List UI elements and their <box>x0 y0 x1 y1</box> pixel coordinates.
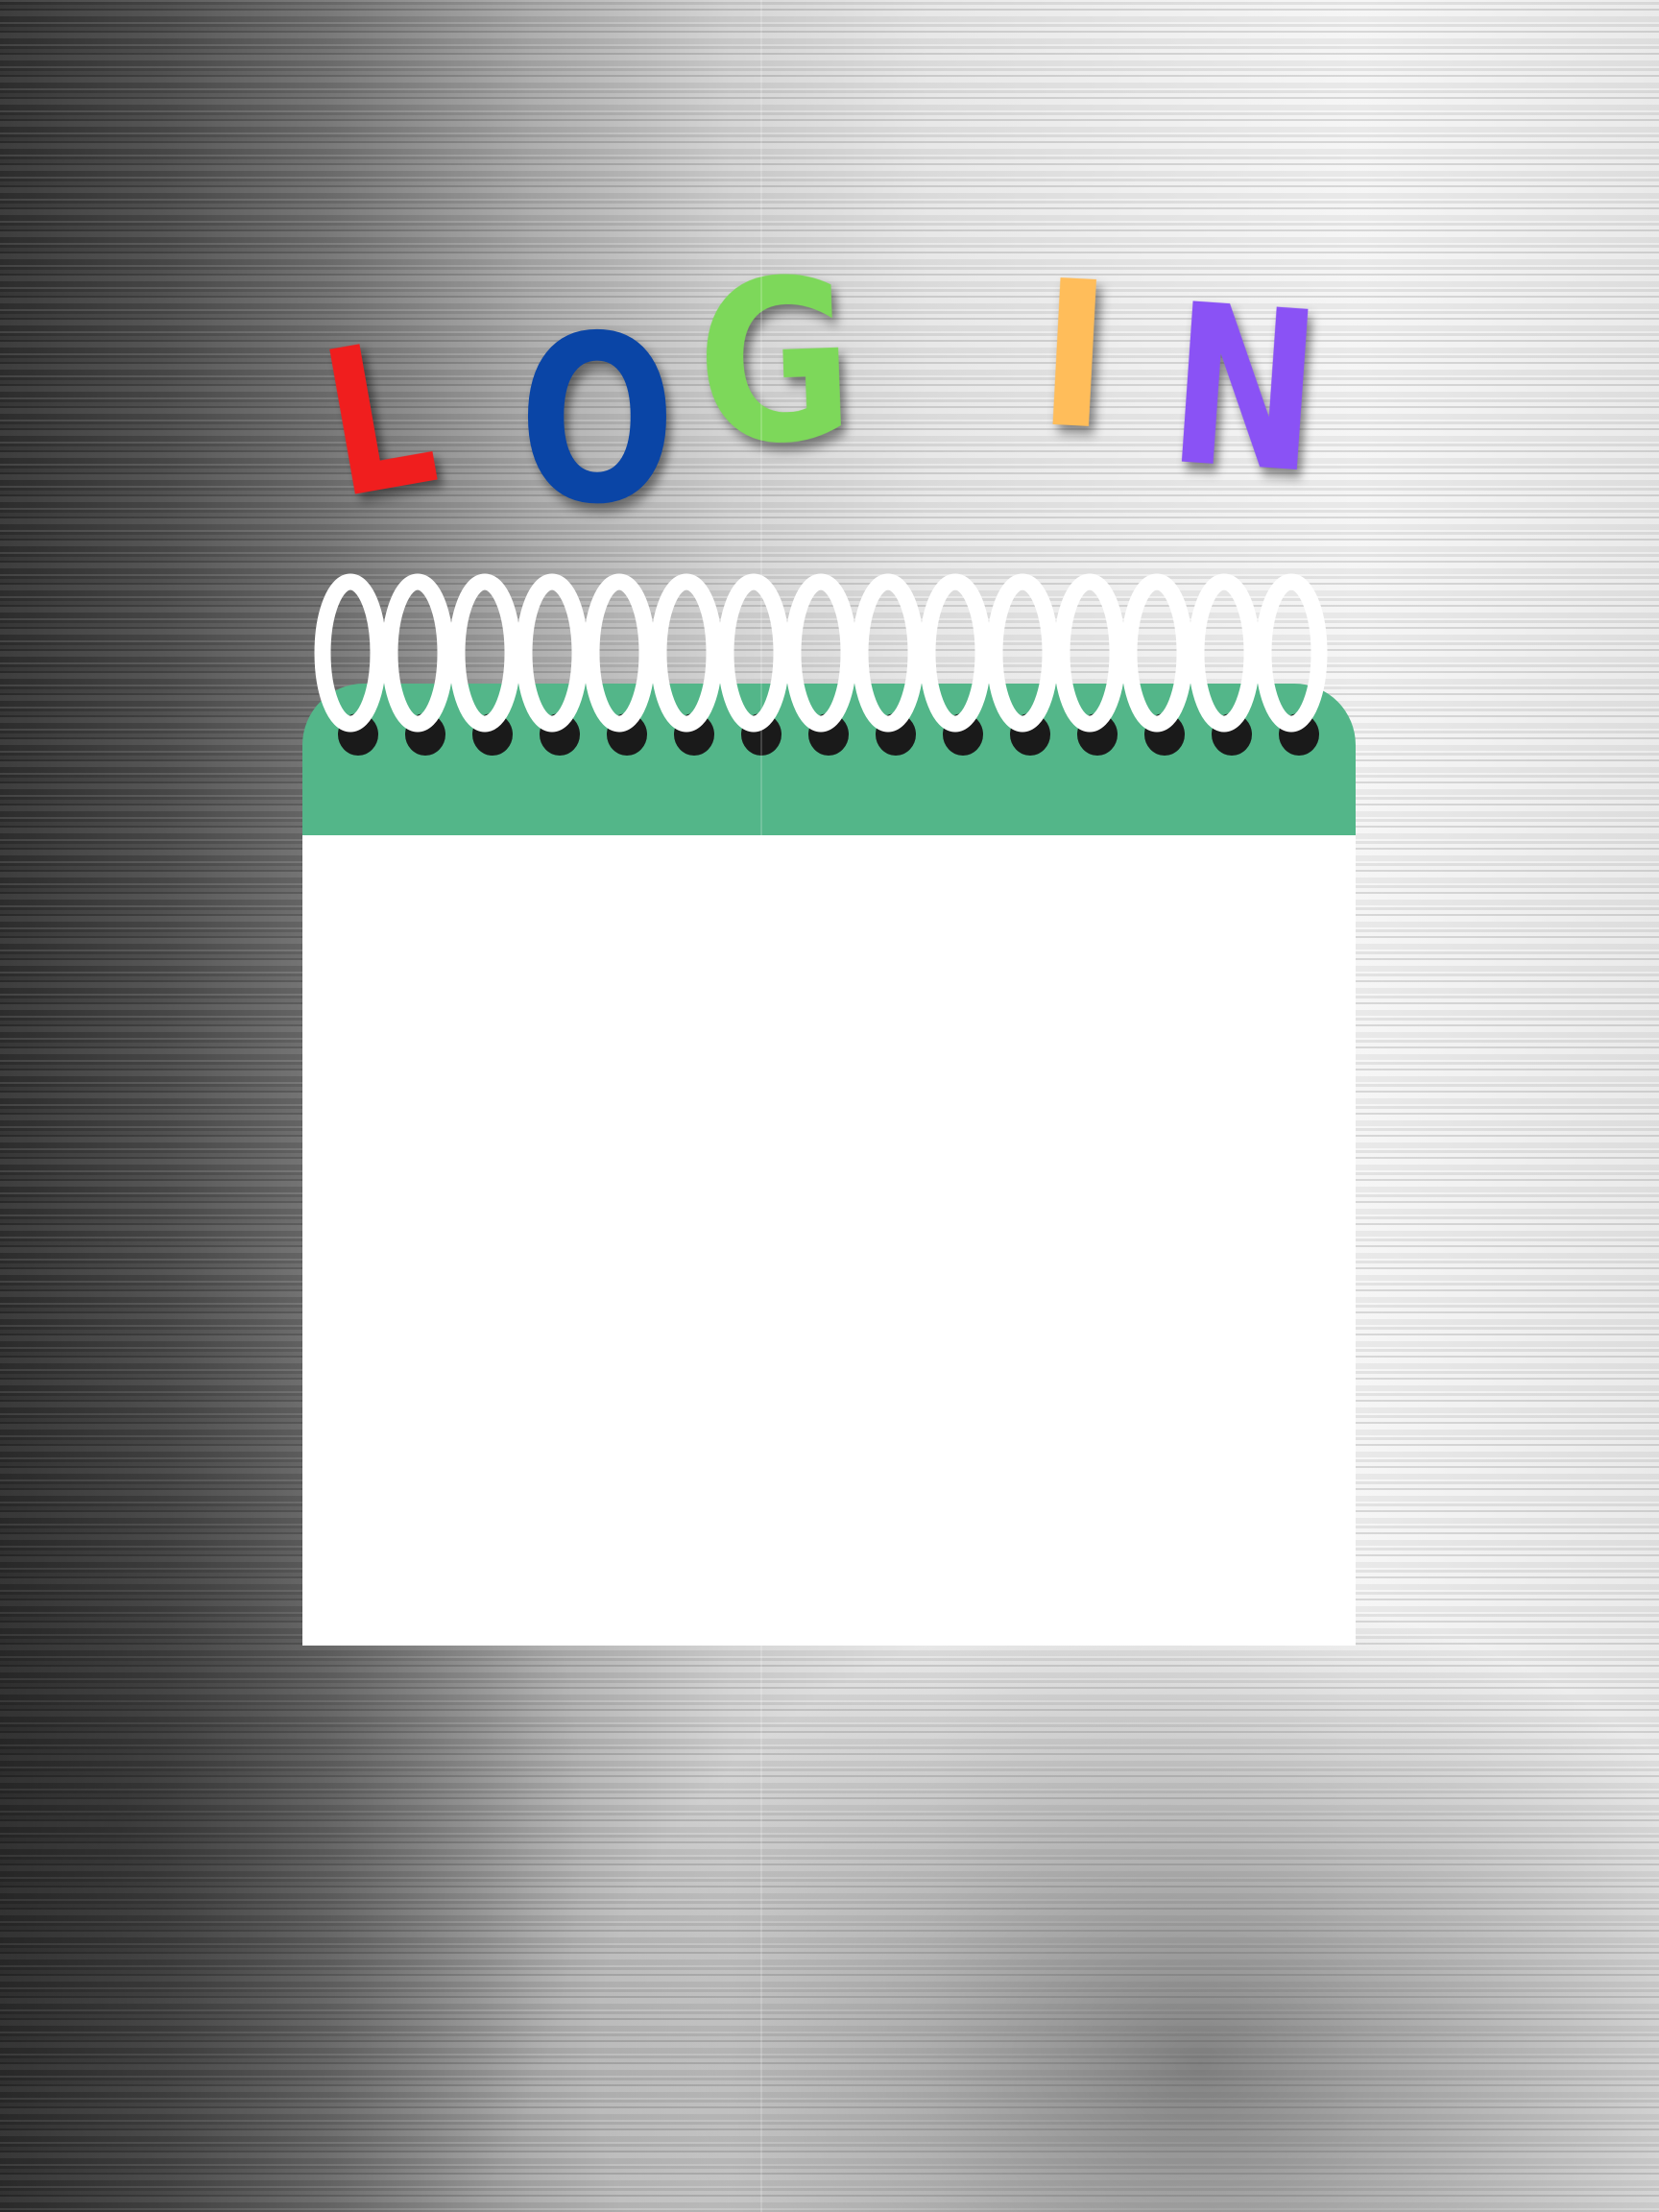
ring-loop <box>448 573 521 733</box>
ring-loop <box>919 573 992 733</box>
magnet-letter-i: I <box>1032 236 1117 475</box>
ring-loop <box>583 573 656 733</box>
binding-ring <box>784 573 857 756</box>
ring-loop <box>650 573 723 733</box>
binding-ring <box>516 573 589 756</box>
ring-loop <box>986 573 1059 733</box>
brushed-metal-background: L O G I N <box>0 0 1659 2212</box>
ring-loop <box>717 573 790 733</box>
ring-loop <box>852 573 925 733</box>
magnet-letter-l: L <box>307 294 450 544</box>
binding-ring <box>448 573 521 756</box>
binding-ring <box>986 573 1059 756</box>
binding-ring <box>1053 573 1126 756</box>
binding-ring <box>1255 573 1328 756</box>
binding-ring <box>381 573 454 756</box>
binding-ring <box>919 573 992 756</box>
ring-loop <box>314 573 387 733</box>
spiral-binding <box>314 573 1328 756</box>
ring-loop <box>784 573 857 733</box>
login-form-area[interactable] <box>302 835 1356 1646</box>
binding-ring <box>1120 573 1193 756</box>
ring-loop <box>1120 573 1193 733</box>
binding-ring <box>852 573 925 756</box>
ring-loop <box>1053 573 1126 733</box>
login-notepad <box>302 684 1356 1646</box>
binding-ring <box>314 573 387 756</box>
binding-ring <box>583 573 656 756</box>
magnet-letter-g: G <box>692 230 857 495</box>
magnet-letter-n: N <box>1162 256 1328 524</box>
binding-ring <box>1188 573 1261 756</box>
ring-loop <box>381 573 454 733</box>
magnet-letter-o: O <box>518 286 676 555</box>
binding-ring <box>650 573 723 756</box>
ring-loop <box>1255 573 1328 733</box>
ring-loop <box>516 573 589 733</box>
binding-ring <box>717 573 790 756</box>
ring-loop <box>1188 573 1261 733</box>
